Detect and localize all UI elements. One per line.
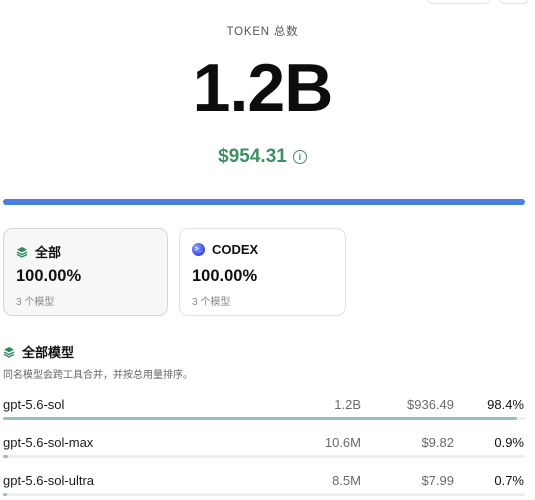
filter-card-subtitle: 3 个模型 [16, 297, 55, 308]
section-title: 全部模型 [3, 342, 74, 361]
model-share-bar [3, 455, 525, 458]
filter-card-header: >_ CODEX [192, 242, 258, 257]
section-title-text: 全部模型 [22, 345, 75, 360]
model-row[interactable]: gpt-5.6-sol-max 10.6M $9.82 0.9% [0, 428, 525, 458]
model-cost: $7.99 [421, 473, 454, 488]
total-usage-bar-fill [3, 199, 525, 205]
codex-icon: >_ [192, 243, 205, 256]
section-description: 同名模型会跨工具合并，并按总用量排序。 [3, 370, 193, 381]
model-name: gpt-5.6-sol [3, 397, 65, 412]
model-tokens: 8.5M [332, 473, 361, 488]
model-share-bar [3, 493, 525, 496]
token-total-label: TOKEN 总数 [226, 26, 299, 38]
model-share: 98.4% [487, 397, 524, 412]
usage-page: TOKEN 总数 1.2B $954.31 i 全部 100.00% 3 个模型… [0, 0, 535, 500]
model-tokens: 10.6M [324, 435, 361, 450]
model-name: gpt-5.6-sol-ultra [3, 473, 95, 488]
filter-card-codex[interactable]: >_ CODEX 100.00% 3 个模型 [179, 228, 346, 316]
model-share-bar-fill [3, 455, 8, 458]
filter-card-all[interactable]: 全部 100.00% 3 个模型 [3, 228, 168, 316]
token-total-value: 1.2B [192, 50, 334, 126]
layers-icon [16, 246, 28, 258]
model-share-bar [3, 417, 525, 420]
total-usage-bar [3, 199, 525, 205]
model-tokens: 1.2B [334, 397, 361, 412]
filter-card-subtitle: 3 个模型 [192, 297, 231, 308]
model-row[interactable]: gpt-5.6-sol 1.2B $936.49 98.4% [0, 390, 525, 420]
total-cost-amount: $954.31 [218, 146, 287, 167]
model-row[interactable]: gpt-5.6-sol-ultra 8.5M $7.99 0.7% [0, 466, 525, 496]
filter-card-title: 全部 [35, 245, 62, 260]
filter-card-percent: 100.00% [192, 267, 258, 285]
layers-icon [3, 346, 15, 358]
model-cost: $9.82 [421, 435, 454, 450]
total-cost: $954.31 i [0, 146, 525, 168]
model-share-bar-fill [3, 493, 8, 496]
top-tab[interactable] [499, 0, 529, 4]
model-name: gpt-5.6-sol-max [3, 435, 94, 450]
model-share: 0.7% [494, 473, 524, 488]
filter-card-header: 全部 [16, 242, 61, 261]
model-cost: $936.49 [407, 397, 454, 412]
top-tab[interactable] [427, 0, 491, 4]
filter-card-percent: 100.00% [16, 267, 82, 285]
model-share-bar-fill [3, 417, 517, 420]
filter-card-title: CODEX [212, 242, 259, 257]
info-icon[interactable]: i [292, 150, 307, 164]
model-share: 0.9% [494, 435, 524, 450]
